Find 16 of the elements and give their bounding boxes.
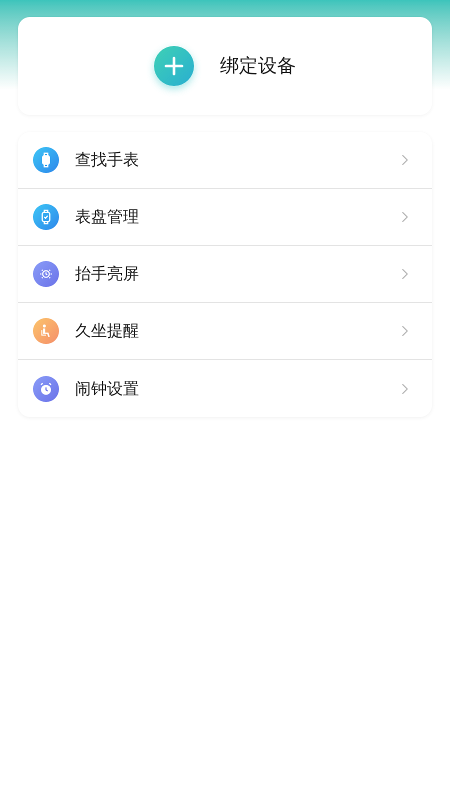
bind-device-label: 绑定设备 [220,54,296,79]
menu-item[interactable]: 抬手亮屏 [18,246,432,303]
alarm-icon [33,376,59,402]
menu-item-label: 查找手表 [75,149,140,171]
add-icon[interactable] [154,46,194,86]
menu-item-label: 抬手亮屏 [75,263,140,285]
menu-item[interactable]: 闹钟设置 [18,360,432,417]
menu-item[interactable]: 久坐提醒 [18,303,432,360]
watchface-icon [33,204,59,230]
menu-item-label: 闹钟设置 [75,378,140,400]
menu-item[interactable]: 查找手表 [18,132,432,189]
menu-item-label: 久坐提醒 [75,320,140,342]
menu-item-label: 表盘管理 [75,206,140,228]
watch-icon [33,147,59,173]
bind-device-card[interactable]: 绑定设备 [18,17,432,115]
menu-item[interactable]: 表盘管理 [18,189,432,246]
